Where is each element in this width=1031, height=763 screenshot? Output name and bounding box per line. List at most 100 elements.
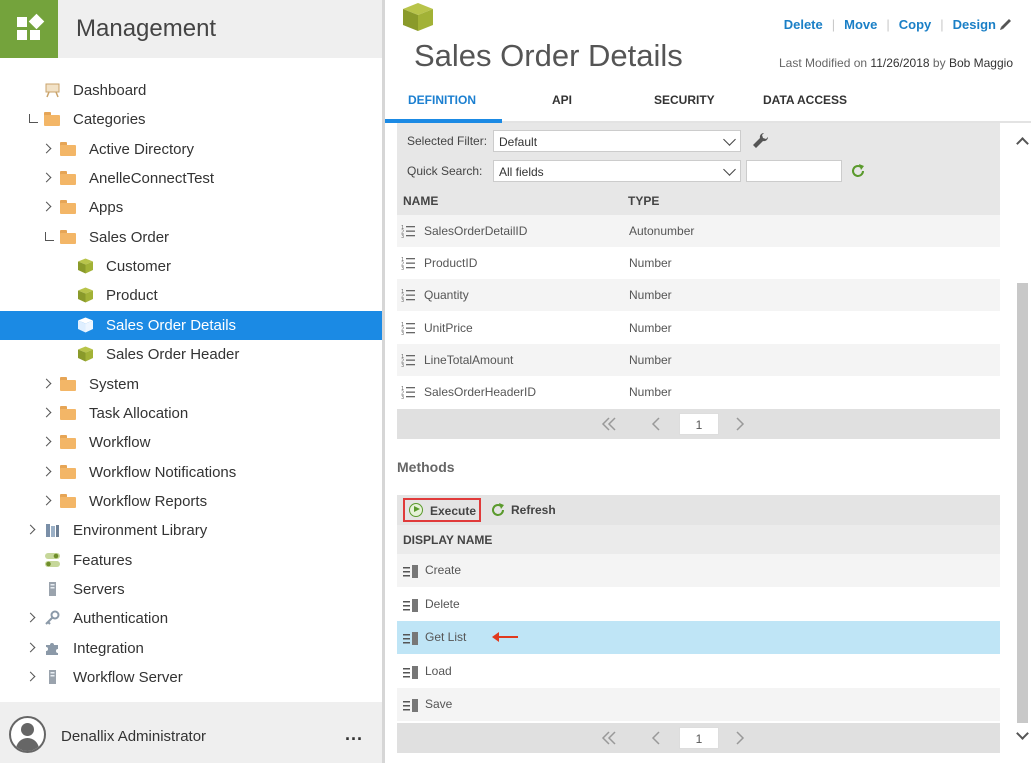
delete-button[interactable]: Delete xyxy=(784,17,823,32)
expand-icon[interactable] xyxy=(26,524,38,536)
tab-definition[interactable]: DEFINITION xyxy=(408,93,476,107)
column-header-type[interactable]: TYPE xyxy=(628,194,659,208)
wrench-icon[interactable] xyxy=(751,132,769,150)
svg-text:3: 3 xyxy=(401,266,404,270)
property-type: Number xyxy=(629,256,672,271)
tab-api[interactable]: API xyxy=(552,93,572,107)
tree-item-active-directory[interactable]: Active Directory xyxy=(0,135,382,164)
tree-item-anelleconnecttest[interactable]: AnelleConnectTest xyxy=(0,164,382,193)
tree-item-label: Sales Order Details xyxy=(106,316,237,334)
tree-item-features[interactable]: Features xyxy=(0,546,382,575)
scrollbar-thumb[interactable] xyxy=(1017,283,1028,723)
tree-item-sales-order-header[interactable]: Sales Order Header xyxy=(0,340,382,369)
method-row[interactable]: Create xyxy=(397,554,1000,587)
svg-text:3: 3 xyxy=(401,363,404,367)
tree-item-integration[interactable]: Integration xyxy=(0,634,382,663)
scroll-up-icon[interactable] xyxy=(1016,137,1029,150)
execute-label: Execute xyxy=(430,504,477,518)
tree-item-categories[interactable]: Categories xyxy=(0,105,382,134)
tree-item-workflow-reports[interactable]: Workflow Reports xyxy=(0,487,382,516)
next-page-icon[interactable] xyxy=(735,416,745,432)
first-page-icon[interactable] xyxy=(600,416,618,432)
expand-icon[interactable] xyxy=(42,378,54,390)
method-row[interactable]: Load xyxy=(397,655,1000,688)
selected-filter-dropdown[interactable]: Default xyxy=(493,130,741,152)
expand-icon[interactable] xyxy=(42,201,54,213)
server-icon xyxy=(44,669,61,685)
svg-text:3: 3 xyxy=(401,234,404,238)
tree-item-label: Task Allocation xyxy=(89,404,189,422)
quick-search-input[interactable] xyxy=(746,160,842,182)
execute-button[interactable]: Execute xyxy=(403,498,481,522)
refresh-icon[interactable] xyxy=(850,163,866,179)
method-row[interactable]: Delete xyxy=(397,588,1000,621)
tree-item-workflow[interactable]: Workflow xyxy=(0,428,382,457)
folder-icon xyxy=(60,434,77,450)
tree-item-apps[interactable]: Apps xyxy=(0,193,382,222)
modified-prefix: Last Modified on xyxy=(779,56,868,70)
page-number-input[interactable]: 1 xyxy=(679,727,719,749)
expand-icon[interactable] xyxy=(42,495,54,507)
tree-item-sales-order-details[interactable]: Sales Order Details xyxy=(0,310,382,340)
design-button[interactable]: Design xyxy=(953,17,996,32)
scroll-down-icon[interactable] xyxy=(1016,727,1029,740)
property-name: Quantity xyxy=(424,288,469,303)
collapse-icon[interactable] xyxy=(42,231,54,243)
tree-item-system[interactable]: System xyxy=(0,370,382,399)
tab-security[interactable]: SECURITY xyxy=(654,93,715,107)
tree-item-environment-library[interactable]: Environment Library xyxy=(0,516,382,545)
first-page-icon[interactable] xyxy=(600,730,618,746)
collapse-icon[interactable] xyxy=(26,113,38,125)
refresh-button[interactable]: Refresh xyxy=(490,503,556,517)
tree-item-label: Authentication xyxy=(73,610,169,628)
field-list-icon: 123 xyxy=(401,321,416,337)
expand-icon[interactable] xyxy=(26,612,38,624)
expand-icon[interactable] xyxy=(26,642,38,654)
copy-button[interactable]: Copy xyxy=(899,17,932,32)
table-row[interactable]: 1 2 3 SalesOrderDetailID Autonumber xyxy=(397,215,1000,247)
user-footer: Denallix Administrator ... xyxy=(0,702,382,763)
tree-item-product[interactable]: Product xyxy=(0,281,382,310)
pencil-icon[interactable] xyxy=(999,17,1013,31)
tree-item-sales-order[interactable]: Sales Order xyxy=(0,223,382,252)
tree-item-task-allocation[interactable]: Task Allocation xyxy=(0,399,382,428)
tree-item-workflow-notifications[interactable]: Workflow Notifications xyxy=(0,458,382,487)
table-row[interactable]: 1 2 3 ProductID Number xyxy=(397,247,1000,279)
apps-grid-icon[interactable] xyxy=(0,0,58,58)
move-button[interactable]: Move xyxy=(844,17,877,32)
column-header-display-name[interactable]: DISPLAY NAME xyxy=(403,533,492,547)
user-name: Denallix Administrator xyxy=(61,728,207,745)
tree-item-dashboard[interactable]: Dashboard xyxy=(0,76,382,105)
avatar[interactable] xyxy=(9,716,46,753)
method-name: Save xyxy=(425,697,453,712)
folder-icon xyxy=(44,111,61,127)
expand-icon[interactable] xyxy=(42,436,54,448)
tree-item-servers[interactable]: Servers xyxy=(0,575,382,604)
previous-page-icon[interactable] xyxy=(651,730,661,746)
table-row[interactable]: 1 2 3 SalesOrderHeaderID Number xyxy=(397,376,1000,408)
column-header-name[interactable]: NAME xyxy=(403,194,438,208)
selected-filter-value: Default xyxy=(499,135,538,149)
quick-search-value: All fields xyxy=(499,165,544,179)
method-row[interactable]: Get List xyxy=(397,621,1000,655)
table-row[interactable]: 1 2 3 LineTotalAmount Number xyxy=(397,343,1000,376)
quick-search-field-dropdown[interactable]: All fields xyxy=(493,160,741,182)
next-page-icon[interactable] xyxy=(735,730,745,746)
tab-data-access[interactable]: DATA ACCESS xyxy=(763,93,847,107)
tree-item-label: AnelleConnectTest xyxy=(89,170,215,188)
table-row[interactable]: 1 2 3 UnitPrice Number xyxy=(397,312,1000,344)
tree-item-authentication[interactable]: Authentication xyxy=(0,604,382,633)
more-options-button[interactable]: ... xyxy=(345,724,363,745)
expand-icon[interactable] xyxy=(42,172,54,184)
expand-icon[interactable] xyxy=(42,466,54,478)
previous-page-icon[interactable] xyxy=(651,416,661,432)
expand-icon[interactable] xyxy=(42,143,54,155)
table-row[interactable]: 1 2 3 Quantity Number xyxy=(397,279,1000,312)
expand-icon[interactable] xyxy=(42,407,54,419)
page-number-input[interactable]: 1 xyxy=(679,413,719,435)
vertical-scrollbar[interactable] xyxy=(1014,123,1031,763)
tree-item-workflow-server[interactable]: Workflow Server xyxy=(0,663,382,692)
tree-item-customer[interactable]: Customer xyxy=(0,252,382,281)
expand-icon[interactable] xyxy=(26,671,38,683)
method-row[interactable]: Save xyxy=(397,688,1000,722)
